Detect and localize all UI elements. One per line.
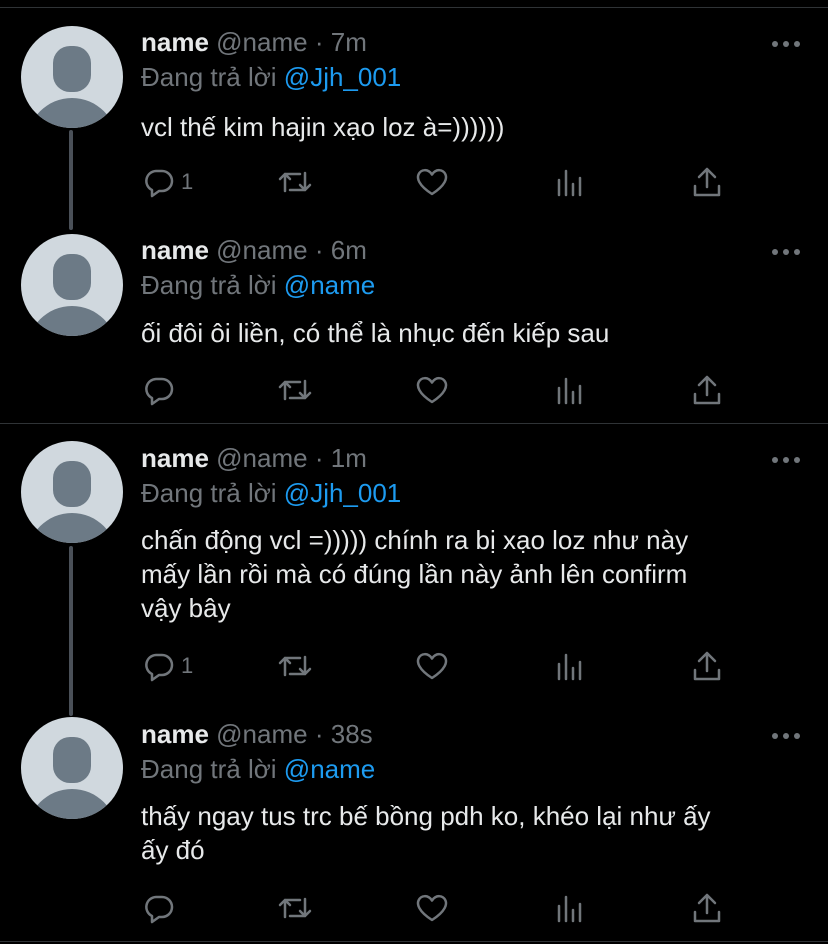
handle[interactable]: @name <box>216 235 307 265</box>
display-name[interactable]: name <box>141 235 209 265</box>
display-name[interactable]: name <box>141 443 209 473</box>
tweet-text-line: thấy ngay tus trc bế bồng pdh ko, khéo l… <box>141 801 711 831</box>
reply-prefix: Đang trả lời <box>141 270 277 300</box>
reply-button[interactable]: 1 <box>143 166 193 198</box>
reply-prefix: Đang trả lời <box>141 478 277 508</box>
tweet-header: name @name · 6m <box>141 235 367 265</box>
share-icon <box>693 893 721 923</box>
tweet-header: name @name · 38s <box>141 719 373 749</box>
views-button[interactable] <box>555 650 585 682</box>
reply-icon <box>145 895 174 924</box>
handle[interactable]: @name <box>216 27 307 57</box>
tweet-text: thấy ngay tus trc bế bồng pdh ko, khéo l… <box>141 799 801 867</box>
more-icon[interactable] <box>771 729 801 741</box>
retweet-icon <box>278 171 312 193</box>
tweet-text: ối đôi ôi liền, có thể là nhục đến kiếp … <box>141 316 801 350</box>
views-icon <box>557 169 582 197</box>
reply-prefix: Đang trả lời <box>141 754 277 784</box>
reply-context: Đang trả lời @Jjh_001 <box>141 478 401 508</box>
tweet-text: chấn động vcl =))))) chính ra bị xạo loz… <box>141 523 801 625</box>
handle[interactable]: @name <box>216 719 307 749</box>
views-button[interactable] <box>555 892 585 924</box>
avatar-icon[interactable] <box>21 234 123 336</box>
share-button[interactable] <box>692 650 722 682</box>
views-icon <box>557 377 582 405</box>
views-button[interactable] <box>555 374 585 406</box>
share-icon <box>693 375 721 405</box>
reply-count: 1 <box>181 653 194 678</box>
tweet-header: name @name · 1m <box>141 443 367 473</box>
timestamp[interactable]: 7m <box>331 27 367 57</box>
reply-icon <box>145 653 174 682</box>
more-icon[interactable] <box>771 245 801 257</box>
tweet-text-line: ấy đó <box>141 835 205 865</box>
heart-icon <box>416 652 448 680</box>
display-name[interactable]: name <box>141 27 209 57</box>
reply-mention-link[interactable]: @Jjh_001 <box>284 478 401 508</box>
tweet[interactable]: name @name · 6m Đang trả lời @name ối đô… <box>0 210 828 423</box>
heart-icon <box>416 168 448 196</box>
separator-dot: · <box>314 27 324 57</box>
views-button[interactable] <box>555 166 585 198</box>
reply-mention-link[interactable]: @Jjh_001 <box>284 62 401 92</box>
tweet-text-line: vậy bây <box>141 593 231 623</box>
reply-count: 1 <box>181 169 194 194</box>
timestamp[interactable]: 6m <box>331 235 367 265</box>
share-button[interactable] <box>692 374 722 406</box>
reply-mention-link[interactable]: @name <box>284 754 375 784</box>
tweet-text-line: chấn động vcl =))))) chính ra bị xạo loz… <box>141 525 689 555</box>
tweet-header: name @name · 7m <box>141 27 367 57</box>
retweet-button[interactable] <box>276 650 314 682</box>
heart-icon <box>416 894 448 922</box>
views-icon <box>557 653 582 681</box>
display-name[interactable]: name <box>141 719 209 749</box>
separator-dot: · <box>314 235 324 265</box>
heart-icon <box>416 376 448 404</box>
like-button[interactable] <box>415 650 449 682</box>
share-button[interactable] <box>692 892 722 924</box>
reply-context: Đang trả lời @name <box>141 270 375 300</box>
separator-dot: · <box>314 719 324 749</box>
tweet-text-line: mấy lần rồi mà có đúng lần này ảnh lên c… <box>141 559 688 589</box>
tweet[interactable]: name @name · 38s Đang trả lời @name thấy… <box>0 692 828 941</box>
timestamp[interactable]: 1m <box>331 443 367 473</box>
tweet-text-line: vcl thế kim hajin xạo loz à=)))))) <box>141 112 505 142</box>
tweet-text: vcl thế kim hajin xạo loz à=)))))) <box>141 110 801 144</box>
reply-button[interactable] <box>143 374 181 406</box>
tweet[interactable]: name @name · 1m Đang trả lời @Jjh_001 ch… <box>0 424 828 692</box>
share-button[interactable] <box>692 166 722 198</box>
retweet-icon <box>278 379 312 401</box>
views-icon <box>557 895 582 923</box>
reply-button[interactable] <box>143 892 181 924</box>
reply-context: Đang trả lời @Jjh_001 <box>141 62 401 92</box>
tweet[interactable]: name @name · 7m Đang trả lời @Jjh_001 vc… <box>0 0 828 210</box>
retweet-button[interactable] <box>276 892 314 924</box>
like-button[interactable] <box>415 374 449 406</box>
retweet-icon <box>278 655 312 677</box>
share-icon <box>693 167 721 197</box>
more-icon[interactable] <box>771 37 801 49</box>
avatar-icon[interactable] <box>21 26 123 128</box>
avatar-icon[interactable] <box>21 717 123 819</box>
like-button[interactable] <box>415 166 449 198</box>
reply-prefix: Đang trả lời <box>141 62 277 92</box>
reply-context: Đang trả lời @name <box>141 754 375 784</box>
like-button[interactable] <box>415 892 449 924</box>
reply-icon <box>145 377 174 406</box>
retweet-button[interactable] <box>276 374 314 406</box>
retweet-button[interactable] <box>276 166 314 198</box>
timestamp[interactable]: 38s <box>331 719 373 749</box>
reply-button[interactable]: 1 <box>143 650 193 682</box>
retweet-icon <box>278 897 312 919</box>
reply-icon <box>145 169 174 198</box>
more-icon[interactable] <box>771 453 801 465</box>
avatar-icon[interactable] <box>21 441 123 543</box>
tweet-text-line: ối đôi ôi liền, có thể là nhục đến kiếp … <box>141 318 610 348</box>
separator-dot: · <box>314 443 324 473</box>
share-icon <box>693 651 721 681</box>
reply-mention-link[interactable]: @name <box>284 270 375 300</box>
handle[interactable]: @name <box>216 443 307 473</box>
bottom-divider <box>0 941 828 942</box>
